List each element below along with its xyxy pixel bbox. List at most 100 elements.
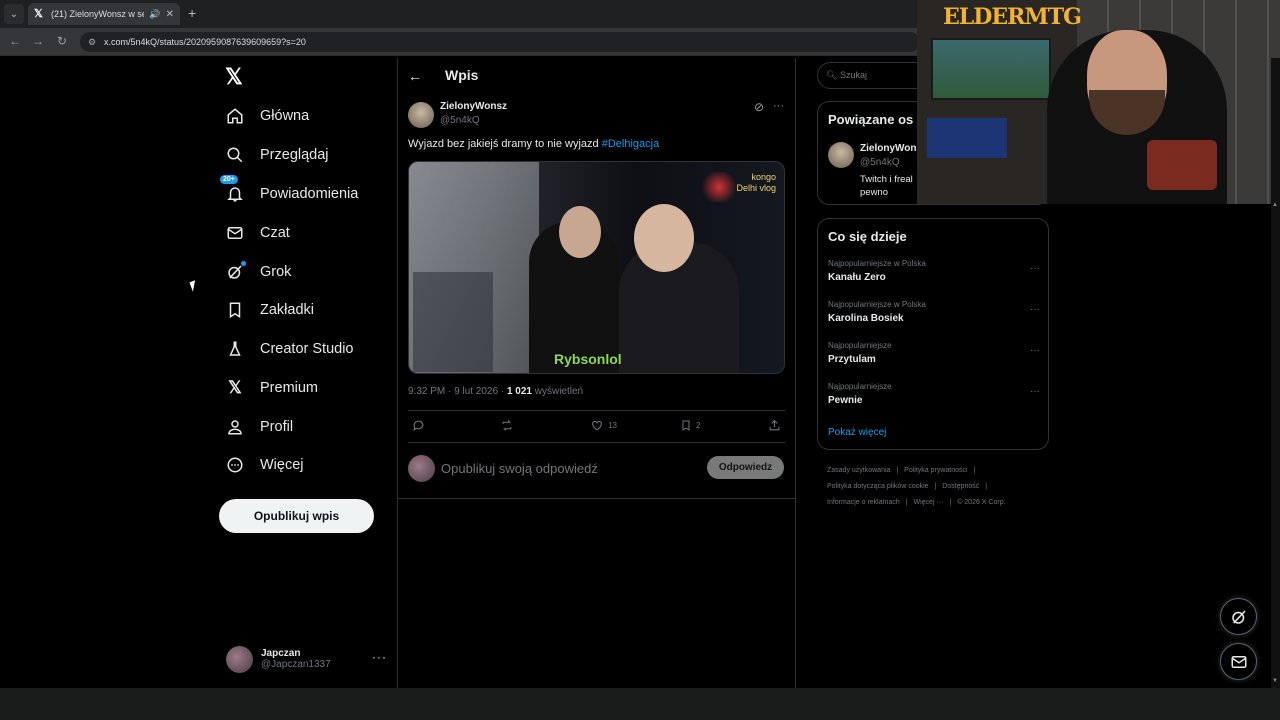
account-more-icon[interactable]: ··· [372, 650, 387, 664]
divider [408, 410, 785, 411]
repost-icon [502, 420, 512, 431]
nav-item-profile[interactable]: Profil [226, 412, 293, 442]
footer-separator: | [934, 483, 937, 490]
related-account-name[interactable]: ZielonyWon [860, 143, 916, 154]
reply-button[interactable] [412, 419, 429, 432]
webcam-aquarium [931, 38, 1051, 100]
footer-separator: | [973, 467, 976, 474]
post-author-handle[interactable]: @5n4kQ [440, 115, 480, 126]
trend-context: Najpopularniejsze [828, 382, 892, 391]
share-icon [769, 419, 780, 431]
nav-item-home[interactable]: Główna [226, 101, 309, 131]
nav-label: Główna [260, 108, 310, 124]
site-info-icon[interactable]: ⚙ [88, 32, 96, 52]
grok-floating-button[interactable] [1220, 598, 1257, 635]
webcam-overlay: ELDERMTG [917, 0, 1280, 204]
nav-item-grok[interactable]: Grok [226, 257, 291, 287]
bookmark-count: 2 [696, 421, 701, 430]
trend-item[interactable]: Najpopularniejsze w Polska Kanału Zero ·… [828, 259, 1040, 283]
scroll-up-arrow-icon[interactable]: ▲ [1272, 202, 1278, 208]
nav-item-creator-studio[interactable]: Creator Studio [226, 334, 354, 364]
nav-item-more[interactable]: Więcej [226, 450, 304, 480]
like-button[interactable]: 13 [590, 419, 617, 432]
nav-label: Zakładki [260, 302, 314, 318]
footer-link[interactable]: Polityka dotycząca plików cookie [827, 483, 929, 490]
reload-icon[interactable]: ↻ [54, 34, 70, 48]
reply-input[interactable] [441, 458, 691, 478]
trend-title: Kanału Zero [828, 272, 886, 283]
page-scrollbar[interactable] [1271, 58, 1280, 688]
search-icon [226, 146, 244, 164]
post-video[interactable]: kongo Delhi vlog Rybsonlol [408, 161, 785, 374]
grok-new-dot [241, 261, 246, 266]
post-button[interactable]: Opublikuj wpis [219, 499, 374, 533]
forward-arrow-icon[interactable]: → [30, 34, 46, 48]
trend-item[interactable]: Najpopularniejsze Pewnie ··· [828, 382, 1040, 406]
post-author-avatar[interactable] [408, 102, 434, 128]
related-account-handle[interactable]: @5n4kQ [860, 157, 900, 168]
nav-label: Więcej [260, 457, 304, 473]
post-meta: 9:32 PM · 9 lut 2026 · 1 021 wyświetleń [408, 386, 583, 397]
video-overlay-caption: kongo Delhi vlog [736, 172, 776, 193]
post-text-body: Wyjazd bez jakiejś dramy to nie wyjazd [408, 138, 602, 150]
nav-item-chat[interactable]: Czat [226, 218, 290, 248]
trend-more-icon[interactable]: ··· [1030, 345, 1040, 356]
card-title: Powiązane os [828, 112, 914, 127]
trend-more-icon[interactable]: ··· [1030, 304, 1040, 315]
scroll-down-arrow-icon[interactable]: ▼ [1272, 678, 1278, 684]
hashtag-link[interactable]: #Delhigacja [602, 138, 659, 150]
footer-link[interactable]: Informacje o reklamach [827, 499, 900, 506]
video-frame-light [699, 172, 739, 202]
footer-link[interactable]: Polityka prywatności [904, 467, 967, 474]
url-text: x.com/5n4kQ/status/2020959087639609659?s… [104, 37, 306, 47]
trend-item[interactable]: Najpopularniejsze w Polska Karolina Bosi… [828, 300, 1040, 324]
grok-icon[interactable]: ⊘ [754, 100, 764, 114]
person-icon [226, 418, 244, 436]
post-timestamp[interactable]: 9:32 PM · 9 lut 2026 · [408, 386, 507, 397]
tab-title: (21) ZielonyWonsz w serwis [51, 9, 145, 19]
post-text: Wyjazd bez jakiejś dramy to nie wyjazd #… [408, 138, 659, 150]
new-tab-button[interactable]: + [188, 5, 196, 21]
show-more-link[interactable]: Pokaż więcej [828, 427, 886, 438]
x-favicon-icon: 𝕏 [34, 8, 43, 20]
nav-item-premium[interactable]: 𝕏 Premium [226, 373, 318, 403]
trends-card: Co się dzieje Najpopularniejsze w Polska… [817, 218, 1049, 450]
x-logo-icon[interactable]: 𝕏 [225, 64, 243, 90]
footer-separator: | [949, 499, 952, 506]
tab-search-button[interactable]: ⌄ [4, 4, 24, 24]
trend-more-icon[interactable]: ··· [1030, 386, 1040, 397]
footer-links: Zasady użytkowania | Polityka prywatnośc… [827, 463, 1042, 511]
share-button[interactable] [768, 419, 781, 432]
browser-tab[interactable]: 𝕏 (21) ZielonyWonsz w serwis 🔊 ✕ [28, 3, 180, 25]
nav-item-bookmarks[interactable]: Zakładki [226, 295, 314, 325]
back-arrow-icon[interactable]: ← [7, 34, 23, 48]
search-placeholder: Szukaj [840, 70, 868, 80]
avatar[interactable] [828, 142, 854, 168]
copyright: © 2026 X Corp. [957, 499, 1006, 506]
back-arrow-icon[interactable]: ← [408, 68, 422, 84]
footer-separator: | [905, 499, 908, 506]
repost-button[interactable] [500, 419, 518, 432]
page-title: Wpis [445, 67, 479, 83]
footer-link[interactable]: Dostępność [942, 483, 979, 490]
trend-title: Karolina Bosiek [828, 313, 904, 324]
post-more-icon[interactable]: ··· [773, 100, 784, 112]
tab-audio-icon[interactable]: 🔊 [149, 9, 160, 20]
nav-item-notifications[interactable]: 20+ Powiadomienia [220, 175, 358, 209]
url-bar[interactable]: ⚙ x.com/5n4kQ/status/2020959087639609659… [80, 32, 920, 52]
nav-item-explore[interactable]: Przeglądaj [226, 140, 329, 170]
footer-link[interactable]: Zasady użytkowania [827, 467, 890, 474]
reply-submit-button[interactable]: Odpowiedz [707, 456, 784, 479]
avatar [408, 455, 435, 482]
footer-link[interactable]: Więcej ··· [914, 499, 944, 506]
account-switcher[interactable]: Japczan @Japczan1337 [226, 644, 386, 674]
trend-more-icon[interactable]: ··· [1030, 263, 1040, 274]
messages-floating-button[interactable] [1220, 643, 1257, 680]
bookmark-icon [682, 420, 690, 431]
bookmark-button[interactable]: 2 [680, 419, 700, 432]
post-author-name[interactable]: ZielonyWonsz [440, 101, 507, 112]
trend-item[interactable]: Najpopularniejsze Przytulam ··· [828, 341, 1040, 365]
divider [398, 498, 795, 499]
tab-close-icon[interactable]: ✕ [166, 9, 174, 20]
column-divider [795, 58, 796, 688]
